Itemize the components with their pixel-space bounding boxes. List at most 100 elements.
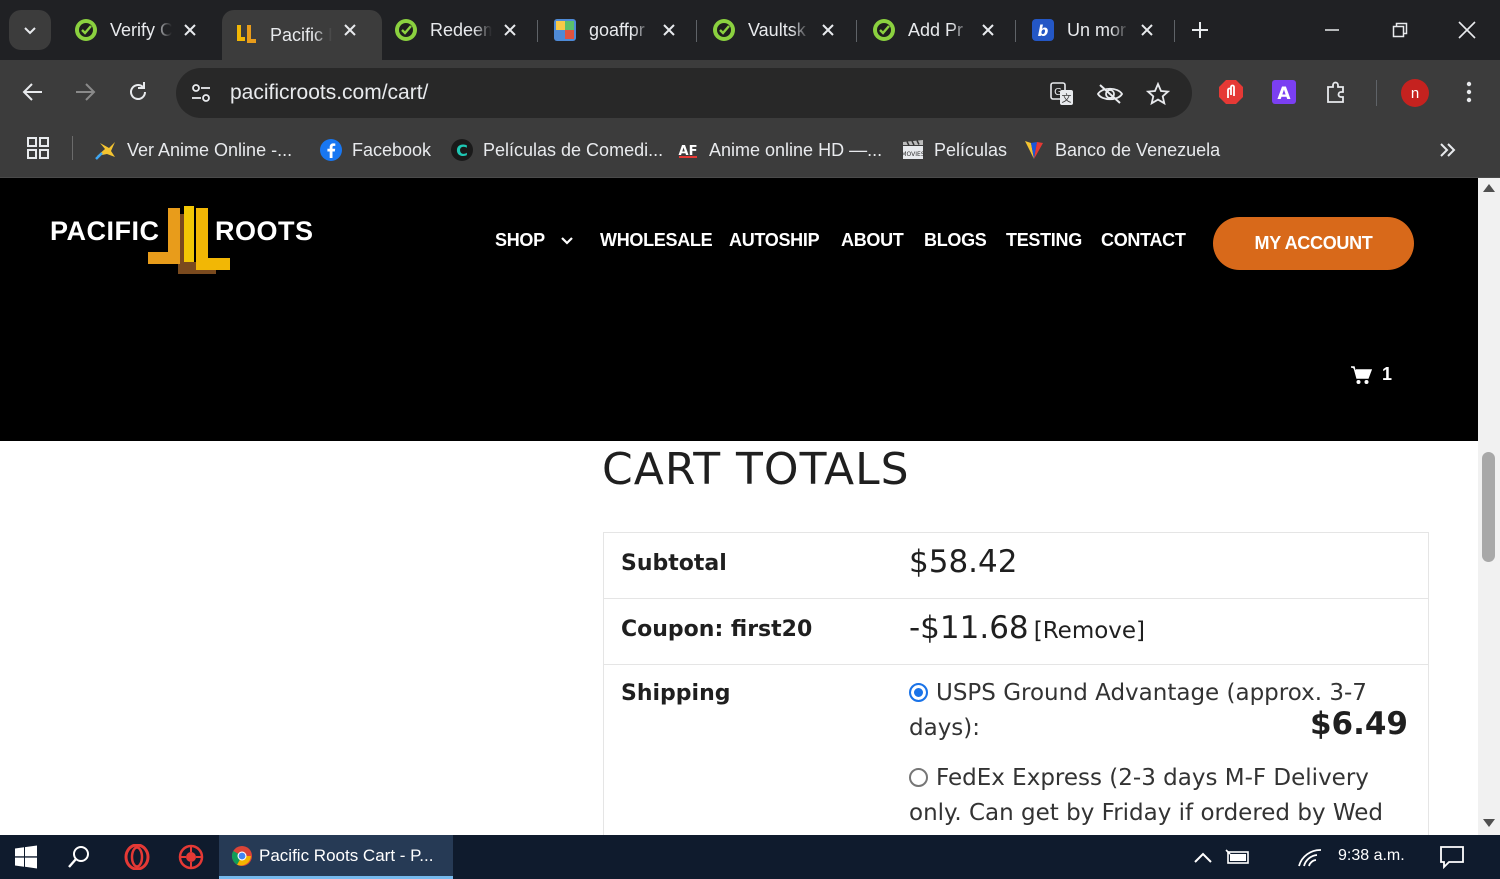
cart-icon [1351, 365, 1372, 384]
nav-testing[interactable]: TESTING [1006, 230, 1082, 251]
tab-separator [856, 20, 857, 42]
page-scrollbar[interactable] [1478, 178, 1500, 835]
site-settings-icon[interactable] [188, 80, 214, 106]
shipping-option-label: FedEx Express (2-3 days M-F Delivery onl… [909, 765, 1384, 826]
shipping-label: Shipping [621, 681, 731, 706]
search-icon[interactable] [63, 842, 95, 872]
nav-shop[interactable]: SHOP [495, 230, 545, 251]
wifi-icon[interactable] [1294, 842, 1326, 872]
taskbar-chrome-window[interactable]: Pacific Roots Cart - P... [219, 835, 453, 879]
reload-button[interactable] [120, 74, 156, 110]
tab-separator [696, 20, 697, 42]
nav-wholesale[interactable]: WHOLESALE [600, 230, 713, 251]
bookmark-label: Anime online HD —... [709, 139, 883, 160]
close-icon[interactable] [816, 18, 840, 42]
extensions-puzzle-icon[interactable] [1323, 78, 1351, 106]
restore-button[interactable] [1380, 12, 1420, 48]
close-icon [1458, 21, 1476, 39]
close-icon[interactable] [1135, 18, 1159, 42]
arrow-left-icon [22, 83, 42, 101]
tab-pacific-roots[interactable]: Pacific I [222, 10, 382, 60]
tab-label: Verify C [110, 19, 172, 40]
bookmark-peliculas[interactable]: MOVIES Películas [901, 136, 1007, 164]
svg-text:文: 文 [1062, 92, 1072, 105]
shipping-option-fedex[interactable]: FedEx Express (2-3 days M-F Delivery onl… [909, 761, 1414, 831]
remove-coupon-link[interactable]: [Remove] [1034, 618, 1145, 644]
shipping-radio[interactable] [909, 683, 928, 702]
bookmark-star-icon[interactable] [1144, 80, 1172, 108]
chevron-up-icon[interactable] [1187, 842, 1219, 872]
bookmarks-separator [72, 136, 73, 160]
profile-avatar[interactable]: n [1401, 79, 1429, 107]
bookmark-banco-venezuela[interactable]: Banco de Venezuela [1022, 136, 1220, 164]
tab-un-mor[interactable]: b Un mor [1019, 10, 1179, 50]
bookmark-facebook[interactable]: Facebook [319, 136, 431, 164]
bookmark-ver-anime[interactable]: Ver Anime Online -... [94, 136, 292, 164]
bookmark-peliculas-comedia[interactable]: C Películas de Comedi... [450, 136, 663, 164]
table-row: Shipping USPS Ground Advantage (approx. … [604, 665, 1428, 835]
cart-link[interactable]: 1 [1350, 364, 1392, 385]
eye-slash-icon[interactable] [1096, 80, 1124, 108]
security-app-icon[interactable] [175, 842, 207, 872]
nav-blogs[interactable]: BLOGS [924, 230, 987, 251]
tab-separator [1015, 20, 1016, 42]
close-icon[interactable] [976, 18, 1000, 42]
chevron-down-icon[interactable] [560, 234, 574, 248]
pacific-roots-logo[interactable]: PACIFIC ROOTS [50, 206, 320, 282]
chevron-down-icon [24, 27, 36, 35]
tab-vaultsk[interactable]: Vaultsk [700, 10, 860, 50]
new-tab-button[interactable] [1186, 16, 1214, 44]
scroll-down-arrow[interactable] [1483, 819, 1495, 827]
translate-icon[interactable]: G文 [1048, 80, 1076, 108]
bookmark-label: Banco de Venezuela [1055, 139, 1221, 160]
address-bar[interactable]: pacificroots.com/cart/ G文 [176, 68, 1192, 118]
shipping-option-label: USPS Ground Advantage (approx. 3-7 days)… [909, 680, 1367, 741]
close-icon[interactable] [178, 18, 202, 42]
apps-grid-icon[interactable] [26, 136, 52, 162]
bookmark-label: Películas [934, 139, 1008, 160]
close-icon[interactable] [657, 18, 681, 42]
close-icon[interactable] [338, 18, 362, 42]
opera-icon[interactable] [121, 842, 153, 872]
scrollbar-thumb[interactable] [1482, 452, 1495, 562]
facebook-icon [319, 138, 343, 162]
nav-autoship[interactable]: AUTOSHIP [729, 230, 820, 251]
url-text[interactable]: pacificroots.com/cart/ [230, 81, 428, 105]
tab-goaffpro[interactable]: goaffpr [541, 10, 701, 50]
clock-time[interactable]: 9:38 a.m. [1338, 847, 1405, 865]
tab-search-button[interactable] [9, 10, 51, 50]
more-vertical-icon[interactable] [1455, 78, 1483, 106]
goaffpro-icon [553, 18, 577, 42]
bookmark-label: Facebook [352, 139, 432, 160]
forward-button[interactable] [67, 74, 103, 110]
notification-icon[interactable] [1436, 842, 1468, 872]
shipping-price: $6.49 [1309, 706, 1408, 742]
arrow-right-icon [76, 83, 96, 101]
adblock-extension-icon[interactable] [1217, 78, 1245, 106]
windows-start-icon[interactable] [10, 842, 42, 872]
battery-icon[interactable] [1222, 842, 1254, 872]
my-account-button[interactable]: MY ACCOUNT [1213, 217, 1414, 270]
close-window-button[interactable] [1447, 12, 1487, 48]
af-letter-icon: AF [676, 138, 700, 162]
close-icon[interactable] [498, 18, 522, 42]
bookmark-anime-online-hd[interactable]: AF Anime online HD —... [676, 136, 883, 164]
svg-text:MOVIES: MOVIES [901, 151, 924, 158]
svg-text:A: A [1277, 84, 1291, 104]
scroll-up-arrow[interactable] [1483, 184, 1495, 192]
nav-about[interactable]: ABOUT [841, 230, 904, 251]
plus-icon [1192, 22, 1208, 38]
tab-label: Add Pr [908, 19, 964, 40]
back-button[interactable] [15, 74, 51, 110]
shipping-radio[interactable] [909, 768, 928, 787]
tab-redeem[interactable]: Redeem [382, 10, 542, 50]
movie-clapper-icon: MOVIES [901, 138, 925, 162]
minimize-button[interactable] [1312, 12, 1352, 48]
a-letter-extension-icon[interactable]: A [1270, 78, 1298, 106]
tab-verify[interactable]: Verify C [62, 10, 222, 50]
nav-contact[interactable]: CONTACT [1101, 230, 1186, 251]
double-chevron-right-icon[interactable] [1434, 136, 1462, 164]
minimize-icon [1325, 29, 1339, 31]
tab-add-product[interactable]: Add Pr [860, 10, 1020, 50]
logo-text-right: ROOTS [215, 216, 314, 246]
